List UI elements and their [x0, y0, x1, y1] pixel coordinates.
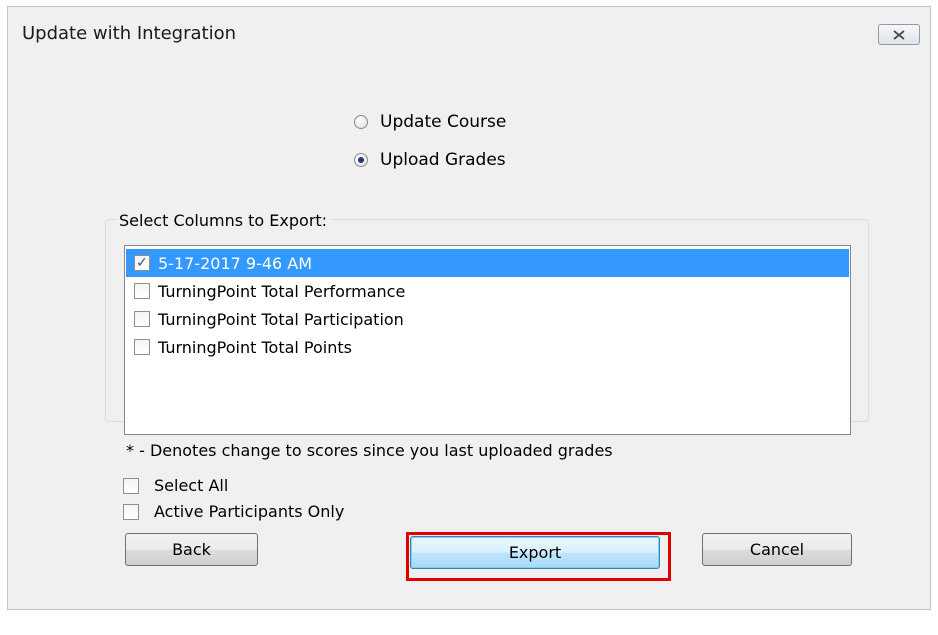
select-all-checkbox[interactable]: [123, 477, 139, 494]
export-button[interactable]: Export: [410, 536, 660, 569]
back-button[interactable]: Back: [125, 533, 258, 566]
radio-button[interactable]: [354, 153, 368, 167]
close-button[interactable]: [878, 24, 920, 45]
checkbox[interactable]: [134, 339, 150, 355]
active-participants-option[interactable]: Active Participants Only: [123, 502, 344, 521]
cancel-button[interactable]: Cancel: [702, 533, 852, 566]
radio-label: Upload Grades: [380, 150, 506, 170]
list-item[interactable]: ✓ 5-17-2017 9-46 AM: [126, 249, 849, 277]
list-item[interactable]: TurningPoint Total Participation: [126, 305, 850, 333]
radio-update-course[interactable]: Update Course: [354, 112, 506, 132]
radio-upload-grades[interactable]: Upload Grades: [354, 150, 506, 170]
close-icon: [893, 29, 905, 40]
checkbox[interactable]: ✓: [134, 255, 150, 271]
select-all-option[interactable]: Select All: [123, 476, 228, 495]
checkbox[interactable]: [134, 311, 150, 327]
list-item-label: TurningPoint Total Points: [158, 337, 352, 357]
list-item-label: TurningPoint Total Performance: [158, 281, 406, 301]
checkbox[interactable]: [134, 283, 150, 299]
active-participants-checkbox[interactable]: [123, 503, 139, 520]
check-icon: ✓: [136, 255, 148, 271]
window-title: Update with Integration: [22, 23, 237, 44]
select-all-label: Select All: [154, 476, 229, 495]
list-item[interactable]: TurningPoint Total Points: [126, 333, 850, 361]
title-bar: Update with Integration: [8, 7, 930, 65]
scores-change-note: * - Denotes change to scores since you l…: [126, 441, 613, 460]
list-item-label: TurningPoint Total Participation: [158, 309, 404, 329]
radio-label: Update Course: [380, 112, 507, 132]
active-participants-label: Active Participants Only: [154, 502, 345, 521]
list-item-label: 5-17-2017 9-46 AM: [158, 253, 313, 273]
group-label: Select Columns to Export:: [116, 211, 331, 230]
update-integration-dialog: Update with Integration Update Course Up…: [7, 6, 931, 610]
columns-listbox[interactable]: ✓ 5-17-2017 9-46 AM TurningPoint Total P…: [124, 245, 851, 435]
radio-button[interactable]: [354, 115, 368, 129]
list-item[interactable]: TurningPoint Total Performance: [126, 277, 850, 305]
columns-group: Select Columns to Export: ✓ 5-17-2017 9-…: [105, 211, 869, 435]
